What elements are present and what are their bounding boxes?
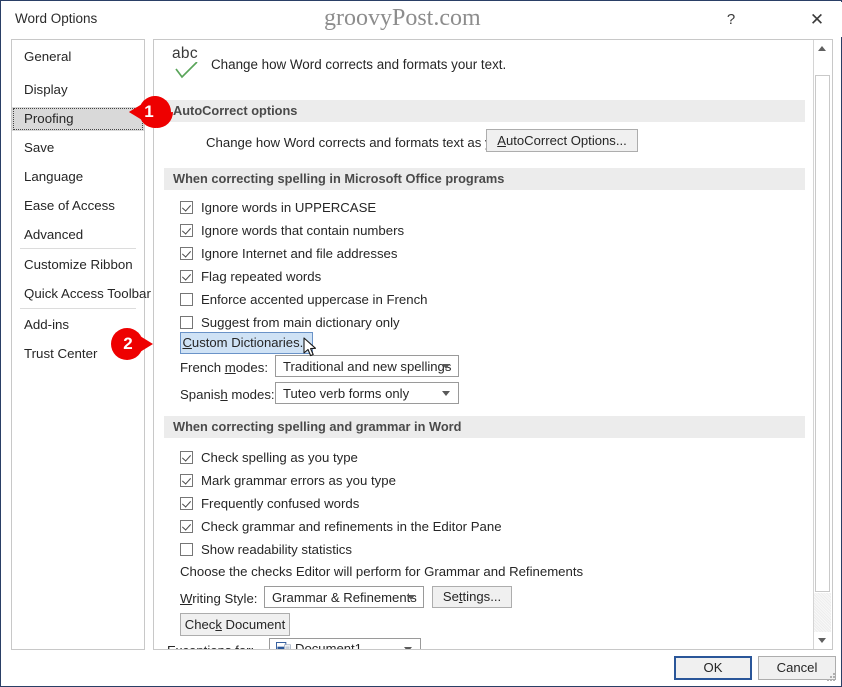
checkbox-label-ignore-numbers: Ignore words that contain numbers [201, 223, 405, 238]
sidebar-item-ease-of-access[interactable]: Ease of Access [12, 194, 144, 218]
help-icon[interactable]: ? [716, 6, 746, 34]
page-title: Word Options [15, 11, 98, 26]
checkbox-enforce-accented-uppercase[interactable] [180, 293, 193, 306]
custom-dictionaries-label: ustom Dictionaries... [191, 335, 311, 350]
sidebar-item-display[interactable]: Display [12, 78, 144, 102]
resize-grip[interactable] [827, 673, 836, 682]
checkbox-ignore-uppercase[interactable] [180, 201, 193, 214]
autocorrect-options-label: utoCorrect Options... [505, 133, 627, 148]
sidebar-item-general[interactable]: General [12, 45, 144, 69]
cancel-button[interactable]: Cancel [758, 656, 836, 680]
exceptions-for-dropdown[interactable]: Document1 [269, 638, 421, 650]
french-modes-label: French modes: [180, 360, 268, 375]
exceptions-for-value: Document1 [295, 641, 362, 650]
grammar-settings-button[interactable]: Settings... [432, 586, 512, 608]
word-document-icon [276, 642, 291, 649]
watermark-groovypost: groovyPost.com [324, 5, 481, 31]
sidebar-item-advanced[interactable]: Advanced [12, 223, 144, 247]
checkbox-label-suggest-main-dictionary: Suggest from main dictionary only [201, 315, 400, 330]
exceptions-for-label: Exceptions for: [167, 643, 254, 649]
scrollbar-thumb[interactable] [815, 75, 830, 592]
spanish-modes-label: Spanish modes: [180, 387, 275, 402]
checkbox-ignore-numbers[interactable] [180, 224, 193, 237]
panel-content: abc Change how Word corrects and formats… [154, 40, 814, 649]
section-header-autocorrect: AutoCorrect options [164, 100, 805, 122]
callout-badge-1-number: 1 [144, 102, 154, 121]
sidebar-item-quick-access-toolbar[interactable]: Quick Access Toolbar [12, 282, 151, 306]
proofing-options-panel: abc Change how Word corrects and formats… [153, 39, 833, 650]
checkbox-label-ignore-uppercase: Ignore words in UPPERCASE [201, 200, 377, 215]
ok-button[interactable]: OK [674, 656, 752, 680]
scrollbar-track[interactable] [814, 57, 831, 649]
chevron-down-icon [407, 595, 415, 600]
sidebar-divider-2 [20, 308, 136, 309]
chevron-down-icon [442, 364, 450, 369]
sidebar-item-language[interactable]: Language [12, 165, 144, 189]
checkbox-label-check-grammar-refinements: Check grammar and refinements in the Edi… [201, 519, 502, 534]
mouse-cursor-icon [303, 337, 317, 357]
scroll-down-arrow-icon[interactable] [814, 632, 831, 649]
sidebar-item-customize-ribbon[interactable]: Customize Ribbon [12, 253, 144, 277]
green-check-icon [175, 62, 198, 79]
checkbox-show-readability-statistics[interactable] [180, 543, 193, 556]
checkbox-label-show-readability-statistics: Show readability statistics [201, 542, 352, 557]
checkbox-flag-repeated-words[interactable] [180, 270, 193, 283]
panel-intro-text: Change how Word corrects and formats you… [211, 57, 507, 72]
chevron-down-icon [404, 646, 412, 649]
panel-scrollbar[interactable] [813, 40, 832, 649]
checkbox-ignore-internet-addresses[interactable] [180, 247, 193, 260]
custom-dictionaries-button[interactable]: Custom Dictionaries... [180, 332, 313, 354]
section-header-office-spelling: When correcting spelling in Microsoft Of… [164, 168, 805, 190]
writing-style-dropdown[interactable]: Grammar & Refinements [264, 586, 424, 608]
spanish-modes-value: Tuteo verb forms only [283, 386, 410, 401]
chevron-down-icon [442, 391, 450, 396]
autocorrect-options-mnemonic: A [497, 133, 506, 148]
checkbox-label-flag-repeated-words: Flag repeated words [201, 269, 322, 284]
spanish-modes-dropdown[interactable]: Tuteo verb forms only [275, 382, 459, 404]
callout-badge-1: 1 [129, 90, 173, 134]
checkbox-label-enforce-accented-uppercase: Enforce accented uppercase in French [201, 292, 428, 307]
close-icon[interactable]: ✕ [802, 6, 832, 34]
checkbox-check-spelling-as-you-type[interactable] [180, 451, 193, 464]
callout-badge-2: 2 [109, 322, 153, 366]
custom-dictionaries-mnemonic: C [182, 335, 192, 350]
checkbox-label-mark-grammar-errors: Mark grammar errors as you type [201, 473, 396, 488]
section-header-word-grammar: When correcting spelling and grammar in … [164, 416, 805, 438]
abc-glyph: abc [172, 45, 198, 62]
french-modes-value: Traditional and new spellings [283, 359, 452, 374]
checkbox-label-ignore-internet-addresses: Ignore Internet and file addresses [201, 246, 398, 261]
writing-style-value: Grammar & Refinements [272, 590, 417, 605]
sidebar-item-save[interactable]: Save [12, 136, 144, 160]
word-options-dialog: Word Options groovyPost.com ? ✕ General … [0, 0, 842, 687]
choose-checks-text: Choose the checks Editor will perform fo… [180, 564, 584, 579]
title-bar: Word Options groovyPost.com ? ✕ [2, 2, 842, 37]
sidebar-divider-1 [20, 248, 136, 249]
checkbox-frequently-confused-words[interactable] [180, 497, 193, 510]
writing-style-label: Writing Style: [180, 591, 258, 606]
checkbox-label-check-spelling-as-you-type: Check spelling as you type [201, 450, 358, 465]
callout-badge-2-number: 2 [123, 334, 133, 353]
autocorrect-options-button[interactable]: AutoCorrect Options... [486, 129, 638, 152]
checkbox-check-grammar-refinements[interactable] [180, 520, 193, 533]
checkbox-label-frequently-confused-words: Frequently confused words [201, 496, 360, 511]
checkbox-mark-grammar-errors[interactable] [180, 474, 193, 487]
check-document-button[interactable]: Check Document [180, 613, 290, 636]
sidebar-item-proofing[interactable]: Proofing [12, 107, 144, 131]
checkbox-suggest-main-dictionary[interactable] [180, 316, 193, 329]
scroll-up-arrow-icon[interactable] [814, 40, 831, 57]
